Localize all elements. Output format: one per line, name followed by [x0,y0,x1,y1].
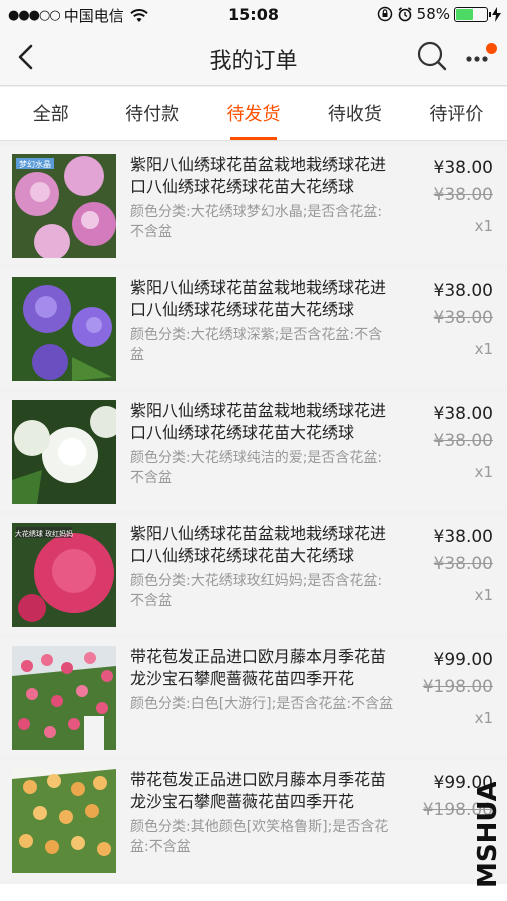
hydrangea-white-image [12,400,116,504]
image-caption: 大花绣球 玫红妈妈 [15,529,73,538]
battery-level [456,8,474,20]
tab-pending-payment[interactable]: 待付款 [101,87,202,140]
product-image [12,400,116,504]
product-name: 紫阳八仙绣球花苗盆栽地栽绣球花进口八仙绣球花绣球花苗大花绣球 [130,155,387,196]
hydrangea-rose-image: 大花绣球 玫红妈妈 [12,523,116,627]
product-price: ¥38.00 [433,158,493,178]
tab-pending-review[interactable]: 待评价 [406,87,507,140]
product-price: ¥38.00 [433,527,493,547]
product-spec: 颜色分类:大花绣球梦幻水晶;是否含花盆:不含盆 [130,204,383,240]
rotation-lock-icon [377,6,392,22]
product-quantity: x1 [474,217,493,235]
order-tabs: 全部 待付款 待发货 待收货 待评价 [0,87,507,141]
tab-pending-receipt[interactable]: 待收货 [304,87,405,140]
tab-pending-shipment[interactable]: 待发货 [203,87,304,140]
status-bar: ●●●○○ 中国电信 15:08 58% [0,0,507,30]
product-quantity: x1 [474,463,493,481]
product-spec: 颜色分类:白色[大游行];是否含花盆:不含盆 [130,696,394,712]
order-item[interactable]: 大花绣球 玫红妈妈 紫阳八仙绣球花苗盆栽地栽绣球花进口八仙绣球花绣球花苗大花绣球… [0,515,507,633]
bottom-strip [0,884,507,901]
hydrangea-pink-image: 梦幻水晶 [12,154,116,258]
image-caption: 梦幻水晶 [19,159,51,169]
climbing-rose-apricot-image [12,769,116,873]
order-item[interactable]: 带花苞发正品进口欧月藤本月季花苗龙沙宝石攀爬蔷薇花苗四季开花 颜色分类:其他颜色… [0,761,507,879]
product-spec: 颜色分类:其他颜色[欢笑格鲁斯];是否含花盆:不含盆 [130,819,389,855]
original-price: ¥38.00 [433,554,493,574]
order-item[interactable]: 梦幻水晶 紫阳八仙绣球花苗盆栽地栽绣球花进口八仙绣球花绣球花苗大花绣球 颜色分类… [0,146,507,264]
nav-bar: 我的订单 [0,30,507,86]
product-price: ¥99.00 [433,650,493,670]
hydrangea-purple-image [12,277,116,381]
product-spec: 颜色分类:大花绣球深紫;是否含花盆:不含盆 [130,327,383,363]
product-name: 带花苞发正品进口欧月藤本月季花苗龙沙宝石攀爬蔷薇花苗四季开花 [130,647,387,688]
product-spec: 颜色分类:大花绣球玫红妈妈;是否含花盆:不含盆 [130,573,383,609]
product-quantity: x1 [474,340,493,358]
charging-icon [492,6,501,22]
product-quantity: x1 [474,586,493,604]
watermark-text: MSHUA [473,782,503,888]
original-price: ¥38.00 [433,185,493,205]
battery-percent: 58% [416,5,450,23]
order-item[interactable]: 带花苞发正品进口欧月藤本月季花苗龙沙宝石攀爬蔷薇花苗四季开花 颜色分类:白色[大… [0,638,507,756]
notification-dot [486,43,497,54]
alarm-icon [398,7,412,22]
original-price: ¥38.00 [433,308,493,328]
order-item[interactable]: 紫阳八仙绣球花苗盆栽地栽绣球花进口八仙绣球花绣球花苗大花绣球 颜色分类:大花绣球… [0,392,507,510]
climbing-rose-pink-image [12,646,116,750]
product-image [12,277,116,381]
order-list: 梦幻水晶 紫阳八仙绣球花苗盆栽地栽绣球花进口八仙绣球花绣球花苗大花绣球 颜色分类… [0,146,507,884]
product-image [12,646,116,750]
original-price: ¥198.00 [422,677,493,697]
battery-icon [454,6,491,22]
product-spec: 颜色分类:大花绣球纯洁的爱;是否含花盆:不含盆 [130,450,383,486]
product-image [12,769,116,873]
watermark: MSHUA [473,782,503,888]
product-name: 带花苞发正品进口欧月藤本月季花苗龙沙宝石攀爬蔷薇花苗四季开花 [130,770,387,811]
order-item[interactable]: 紫阳八仙绣球花苗盆栽地栽绣球花进口八仙绣球花绣球花苗大花绣球 颜色分类:大花绣球… [0,269,507,387]
product-price: ¥38.00 [433,281,493,301]
product-name: 紫阳八仙绣球花苗盆栽地栽绣球花进口八仙绣球花绣球花苗大花绣球 [130,401,387,442]
product-name: 紫阳八仙绣球花苗盆栽地栽绣球花进口八仙绣球花绣球花苗大花绣球 [130,524,387,565]
more-button[interactable] [459,40,499,74]
product-image: 梦幻水晶 [12,154,116,258]
search-icon[interactable] [415,39,449,73]
product-image: 大花绣球 玫红妈妈 [12,523,116,627]
product-name: 紫阳八仙绣球花苗盆栽地栽绣球花进口八仙绣球花绣球花苗大花绣球 [130,278,387,319]
product-price: ¥38.00 [433,404,493,424]
original-price: ¥38.00 [433,431,493,451]
product-quantity: x1 [474,709,493,727]
tab-all[interactable]: 全部 [0,87,101,140]
